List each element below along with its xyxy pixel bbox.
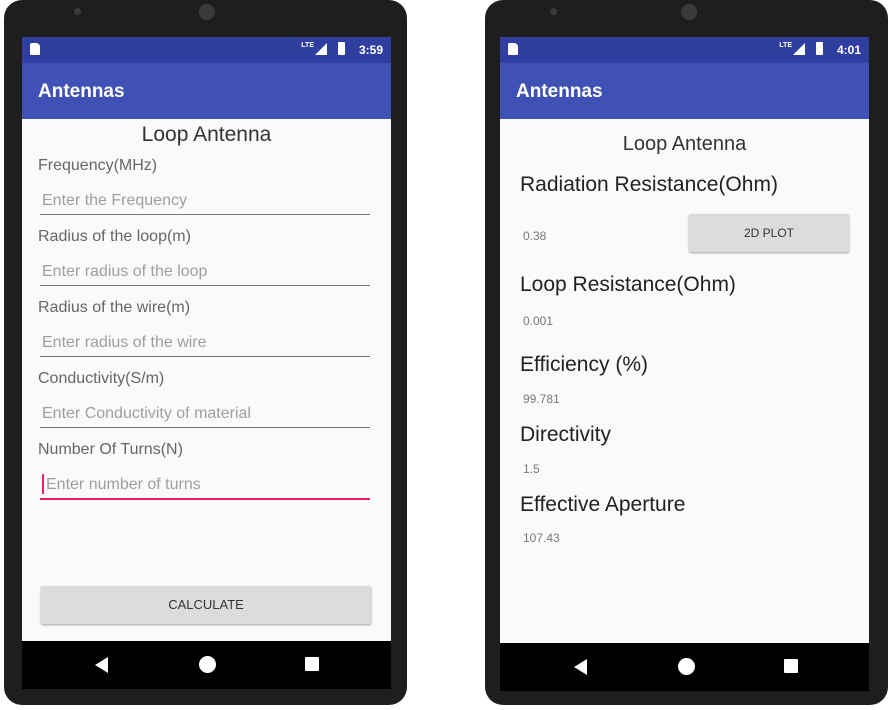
calculate-button[interactable]: CALCULATE xyxy=(41,586,371,624)
battery-icon xyxy=(338,42,345,55)
phone-right: LTE 4:01 Antennas Loop Antenna Radiation… xyxy=(485,0,888,705)
loop-radius-underline xyxy=(40,285,370,286)
lte-icon: LTE xyxy=(301,42,314,49)
status-bar: LTE 4:01 xyxy=(500,37,869,63)
status-bar: LTE 3:59 xyxy=(22,37,391,63)
app-bar: Antennas xyxy=(22,63,391,119)
efficiency-label: Efficiency (%) xyxy=(520,353,648,376)
effective-aperture-value: 107.43 xyxy=(523,531,560,545)
home-icon[interactable] xyxy=(678,658,695,675)
front-camera xyxy=(199,4,215,20)
app-title: Antennas xyxy=(516,81,603,102)
wire-radius-label: Radius of the wire(m) xyxy=(38,299,191,316)
frequency-input[interactable]: Enter the Frequency xyxy=(42,192,187,210)
status-time: 4:01 xyxy=(836,43,861,57)
recents-icon[interactable] xyxy=(305,657,319,671)
earpiece-sensor xyxy=(550,8,557,15)
frequency-underline xyxy=(40,214,370,215)
page-heading: Loop Antenna xyxy=(141,123,272,146)
signal-icon xyxy=(315,43,327,55)
conductivity-underline xyxy=(40,427,370,428)
battery-icon xyxy=(816,42,823,55)
back-icon[interactable] xyxy=(574,659,587,675)
efficiency-value: 99.781 xyxy=(523,392,560,406)
page-heading: Loop Antenna xyxy=(622,133,747,155)
app-bar: Antennas xyxy=(500,63,869,119)
loop-resistance-label: Loop Resistance(Ohm) xyxy=(520,273,736,296)
status-time: 3:59 xyxy=(358,43,383,57)
sim-card-icon xyxy=(30,43,40,55)
app-title: Antennas xyxy=(38,81,125,102)
wire-radius-input[interactable]: Enter radius of the wire xyxy=(42,334,207,352)
wire-radius-underline xyxy=(40,356,370,357)
sim-card-icon xyxy=(508,43,518,55)
screen-right: LTE 4:01 Antennas Loop Antenna Radiation… xyxy=(500,37,869,691)
loop-radius-input[interactable]: Enter radius of the loop xyxy=(42,263,207,281)
text-cursor xyxy=(42,474,44,494)
turns-input[interactable]: Enter number of turns xyxy=(46,476,201,494)
2d-plot-button[interactable]: 2D PLOT xyxy=(689,214,849,252)
nav-bar xyxy=(500,643,869,691)
lte-icon: LTE xyxy=(779,42,792,49)
loop-radius-label: Radius of the loop(m) xyxy=(38,228,191,245)
loop-resistance-value: 0.001 xyxy=(523,314,554,328)
nav-bar xyxy=(22,641,391,689)
conductivity-input[interactable]: Enter Conductivity of material xyxy=(42,405,251,423)
signal-icon xyxy=(793,43,805,55)
front-camera xyxy=(681,4,697,20)
radiation-resistance-value: 0.38 xyxy=(523,229,547,243)
directivity-label: Directivity xyxy=(520,423,612,446)
earpiece-sensor xyxy=(74,8,81,15)
frequency-label: Frequency(MHz) xyxy=(38,157,158,174)
home-icon[interactable] xyxy=(199,656,216,673)
recents-icon[interactable] xyxy=(784,659,798,673)
turns-label: Number Of Turns(N) xyxy=(38,441,183,458)
conductivity-label: Conductivity(S/m) xyxy=(38,370,165,387)
turns-underline xyxy=(40,498,370,500)
effective-aperture-label: Effective Aperture xyxy=(520,493,686,516)
phone-left: LTE 3:59 Antennas Loop Antenna Frequency… xyxy=(4,0,407,705)
back-icon[interactable] xyxy=(95,657,108,673)
radiation-resistance-label: Radiation Resistance(Ohm) xyxy=(520,173,778,196)
directivity-value: 1.5 xyxy=(523,462,540,476)
screen-left: LTE 3:59 Antennas Loop Antenna Frequency… xyxy=(22,37,391,689)
